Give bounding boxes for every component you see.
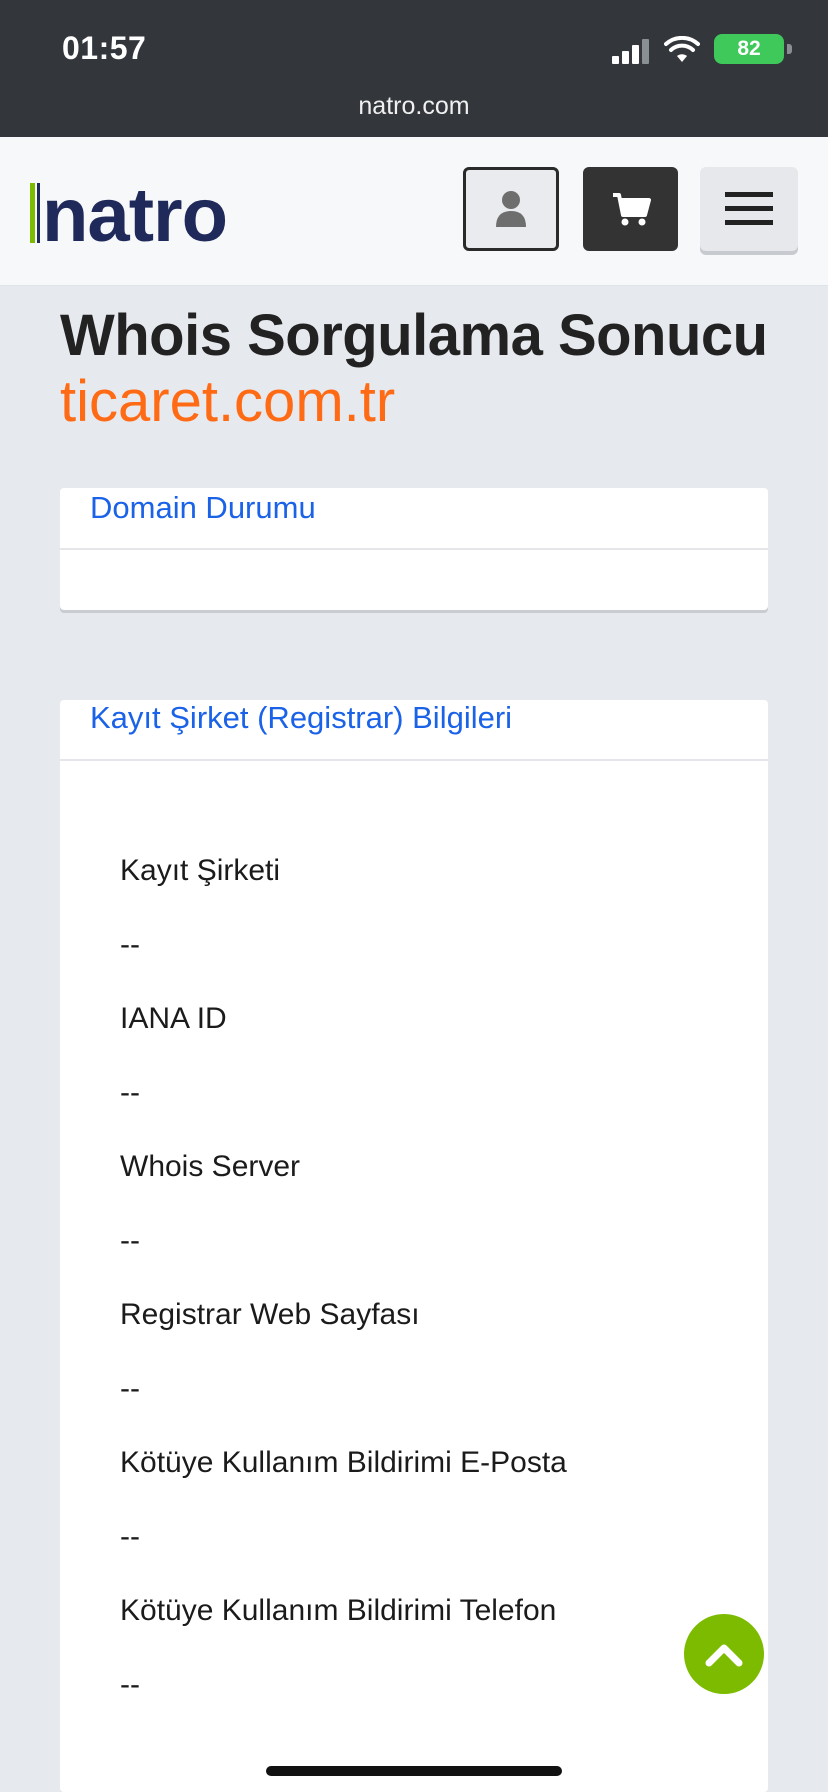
status-time: 01:57 xyxy=(62,30,147,66)
menu-button[interactable] xyxy=(700,167,798,251)
field-label-iana-id: IANA ID xyxy=(120,1002,227,1035)
queried-domain: ticaret.com.tr xyxy=(60,369,396,434)
scroll-to-top-button[interactable] xyxy=(684,1614,764,1694)
field-label-registrar-web: Registrar Web Sayfası xyxy=(120,1298,420,1331)
url-bar[interactable]: natro.com xyxy=(0,92,828,121)
field-value-whois-server: -- xyxy=(120,1224,140,1257)
field-label-whois-server: Whois Server xyxy=(120,1150,301,1183)
field-value-registrar-web: -- xyxy=(120,1372,140,1405)
cart-button[interactable] xyxy=(583,167,678,251)
chevron-up-icon xyxy=(705,1644,743,1667)
domain-status-title[interactable]: Domain Durumu xyxy=(90,490,316,526)
wifi-icon xyxy=(664,36,700,62)
field-label-registrar: Kayıt Şirketi xyxy=(120,854,281,887)
field-value-registrar: -- xyxy=(120,928,140,961)
battery-level: 82 xyxy=(714,34,784,64)
hamburger-menu-icon xyxy=(725,192,773,225)
cart-icon xyxy=(612,193,651,226)
battery-icon: 82 xyxy=(714,34,792,64)
account-button[interactable] xyxy=(463,167,559,251)
status-bar: 01:57 82 natro.com xyxy=(0,0,828,137)
natro-logo[interactable]: natro xyxy=(28,173,328,253)
domain-status-card: Domain Durumu xyxy=(60,488,768,610)
signal-icon xyxy=(612,38,652,64)
registrar-title[interactable]: Kayıt Şirket (Registrar) Bilgileri xyxy=(90,700,512,736)
site-header: natro xyxy=(0,137,828,286)
field-label-abuse-email: Kötüye Kullanım Bildirimi E-Posta xyxy=(120,1446,567,1479)
home-indicator[interactable] xyxy=(266,1766,562,1776)
svg-text:natro: natro xyxy=(42,173,227,253)
card-divider xyxy=(60,759,768,761)
field-value-abuse-phone: -- xyxy=(120,1668,140,1701)
user-icon xyxy=(496,191,526,227)
field-label-abuse-phone: Kötüye Kullanım Bildirimi Telefon xyxy=(120,1594,557,1627)
field-value-iana-id: -- xyxy=(120,1076,140,1109)
field-value-abuse-email: -- xyxy=(120,1520,140,1553)
card-divider xyxy=(60,548,768,550)
page-title: Whois Sorgulama Sonucu xyxy=(60,303,768,368)
registrar-card: Kayıt Şirket (Registrar) Bilgileri Kayıt… xyxy=(60,700,768,1792)
